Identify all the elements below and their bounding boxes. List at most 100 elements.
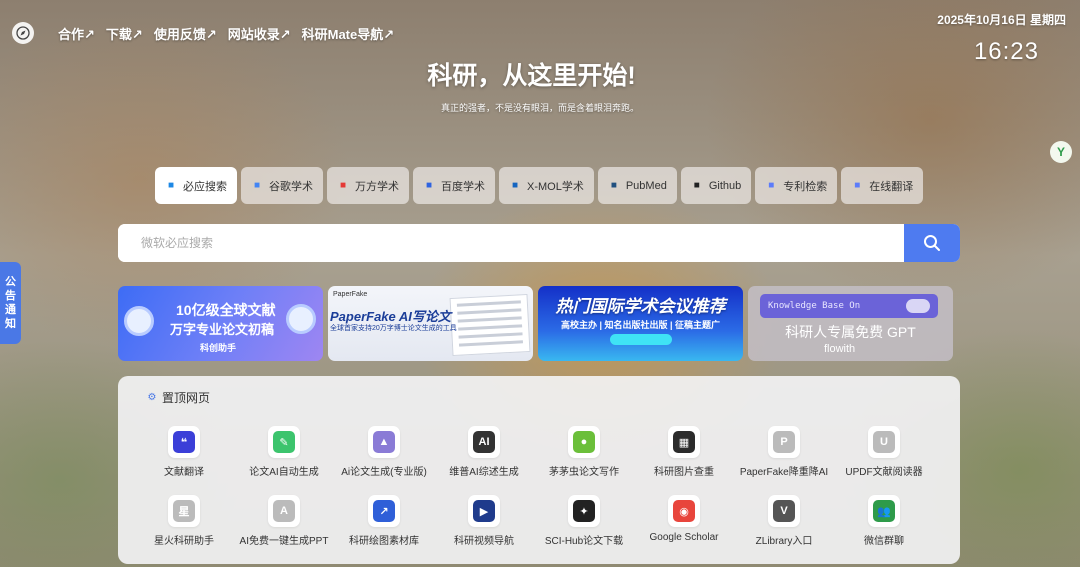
icon-glyph: V [773,500,795,522]
banner-conferences[interactable]: 热门国际学术会议推荐 高校主办 | 知名出版社出版 | 征稿主题广 [538,286,743,361]
patent-icon: ■ [768,180,775,191]
aipaper-icon: ▲ [368,426,400,458]
icon-glyph: AI [473,431,495,453]
chart-line-icon: ↗ [368,495,400,527]
pinned-site-label: ZLibrary入口 [755,536,813,547]
pinned-site-label: 微信群聊 [864,536,904,547]
engine-tab[interactable]: ■ 必应搜索 [155,167,237,204]
icon-glyph: ✎ [273,431,295,453]
search-icon [924,235,940,251]
icon-glyph: P [773,431,795,453]
image-check-icon: ▦ [668,426,700,458]
page-subtitle: 真正的强者，不是没有眼泪，而是含着眼泪奔跑。 [440,103,639,113]
spark-icon: 星 [168,495,200,527]
icon-glyph: ✦ [573,500,595,522]
icon-glyph: 星 [173,500,195,522]
pinned-site-item[interactable]: ▶ 科研视频导航 [434,495,534,547]
banner-kechuang-assistant[interactable]: 10亿级全球文献 万字专业论文初稿 科创助手 [118,286,323,361]
engine-tab[interactable]: ■ PubMed [597,167,677,204]
pinned-site-label: Ai论文生成(专业版) [341,467,427,478]
icon-glyph: A [273,500,295,522]
nav-download-link[interactable]: 下载↗ [106,24,143,43]
icon-glyph: ❝ [173,431,195,453]
pinned-site-item[interactable]: ✦ SCI-Hub论文下载 [534,495,634,547]
pinned-site-item[interactable]: A AI免费一键生成PPT [234,495,334,547]
engine-tab-label: 百度学术 [441,180,485,193]
icon-glyph: ↗ [373,500,395,522]
pinned-site-item[interactable]: ● 茅茅虫论文写作 [534,426,634,478]
nav-mate-link[interactable]: 科研Mate导航↗ [302,24,395,43]
pinned-site-item[interactable]: ❝ 文献翻译 [134,426,234,478]
pinned-site-label: SCI-Hub论文下载 [544,536,624,547]
knowledge-base-label: Knowledge Base On [768,301,861,311]
google-scholar-icon: ■ [253,180,261,191]
paperfake-logo: PaperFake [333,291,368,298]
pinned-site-item[interactable]: ▦ 科研图片查重 [634,426,734,478]
icon-glyph: U [873,431,895,453]
pinned-site-label: 论文AI自动生成 [249,467,319,478]
floating-plugin-button[interactable]: Y [1050,141,1072,163]
chrome-icon: ◉ [668,495,700,527]
pinned-site-label: Google Scholar [649,532,719,543]
pinned-site-item[interactable]: ✎ 论文AI自动生成 [234,426,334,478]
icon-glyph: ▶ [473,500,495,522]
search-button[interactable] [904,224,960,262]
engine-tab-label: 在线翻译 [869,180,914,193]
nav-submit-site-link[interactable]: 网站收录↗ [228,24,291,43]
icon-glyph: ▲ [373,431,395,453]
bing-icon: ■ [167,180,175,191]
video-icon: ▶ [468,495,500,527]
banner-paperfake[interactable]: PaperFake PaperFake AI写论文 全球首家支持20万字博士论文… [328,286,533,361]
banner-brand: 科创助手 [200,343,237,353]
top-nav: 合作↗ 下载↗ 使用反馈↗ 网站收录↗ 科研Mate导航↗ [12,22,405,44]
engine-tab[interactable]: ■ Github [680,167,752,204]
pinned-site-item[interactable]: 👥 微信群聊 [834,495,934,547]
engine-tab-label: 专利检索 [783,180,828,193]
engine-tab-label: 万方学术 [355,180,399,193]
banner-title: 热门国际学术会议推荐 [555,297,726,316]
pinned-sites-panel: ⚙ 置顶网页 ❝ 文献翻译 ✎ 论文AI自动生成 ▲ Ai论文生成(专业版) AI 维普AI综… [118,376,960,564]
pinned-site-item[interactable]: U UPDF文献阅读器 [834,426,934,478]
engine-tab[interactable]: ■ 专利检索 [755,167,838,204]
engine-tab[interactable]: ■ 百度学术 [413,167,495,204]
announcement-tab[interactable]: 公告通知 [0,262,21,344]
nav-cooperation-link[interactable]: 合作↗ [58,24,95,43]
pinned-site-item[interactable]: 星星火科研助手 [134,495,234,547]
pubmed-icon: ■ [610,180,617,191]
updf-icon: U [868,426,900,458]
pinned-site-label: AI免费一键生成PPT [239,536,329,547]
banner-title: 科研人专属免费 GPT [785,324,916,340]
pinned-title: ⚙ 置顶网页 [146,389,211,406]
engine-tab[interactable]: ■ 在线翻译 [841,167,924,204]
nav-feedback-link[interactable]: 使用反馈↗ [154,24,217,43]
xmol-icon: ■ [511,180,519,191]
banner-subtitle: 全球首家支持20万字博士论文生成的工具 [330,325,457,332]
icon-glyph: ▦ [673,431,695,453]
engine-tab[interactable]: ■ 谷歌学术 [241,167,323,204]
pinned-site-item[interactable]: ▲ Ai论文生成(专业版) [334,426,434,478]
pinned-site-label: 科研图片查重 [654,467,714,478]
pinned-site-label: 文献翻译 [164,467,204,478]
pinned-site-item[interactable]: ◉ Google Scholar [634,495,734,543]
ppt-icon: A [268,495,300,527]
zlibrary-icon: V [768,495,800,527]
engine-tab-label: Github [708,179,742,192]
banner-flowith[interactable]: Knowledge Base On 科研人专属免费 GPT flowith [748,286,953,361]
pinned-site-label: 星火科研助手 [154,536,214,547]
engine-tab[interactable]: ■ 万方学术 [327,167,409,204]
pinned-site-item[interactable]: V ZLibrary入口 [734,495,834,547]
pinned-site-item[interactable]: ↗ 科研绘图素材库 [334,495,434,547]
search-engine-tabs: ■ 必应搜索 ■ 谷歌学术 ■ 万方学术 ■ 百度学术 ■ X-MOL学术 ■ PubMed ■ Gith… [155,167,927,204]
engine-tab-label: X-MOL学术 [527,180,584,193]
pinned-site-label: 科研绘图素材库 [349,536,419,547]
engine-tab[interactable]: ■ X-MOL学术 [499,167,594,204]
search-input[interactable] [118,224,904,262]
raven-icon: ✦ [568,495,600,527]
icon-glyph: ◉ [673,500,695,522]
compass-logo-icon[interactable] [12,22,34,44]
pinned-site-item[interactable]: AI 维普AI综述生成 [434,426,534,478]
wechat-group-icon: 👥 [868,495,900,527]
baidu-icon: ■ [425,180,433,191]
pinned-site-item[interactable]: P PaperFake降重降AI [734,426,834,478]
caterpillar-icon: ● [568,426,600,458]
